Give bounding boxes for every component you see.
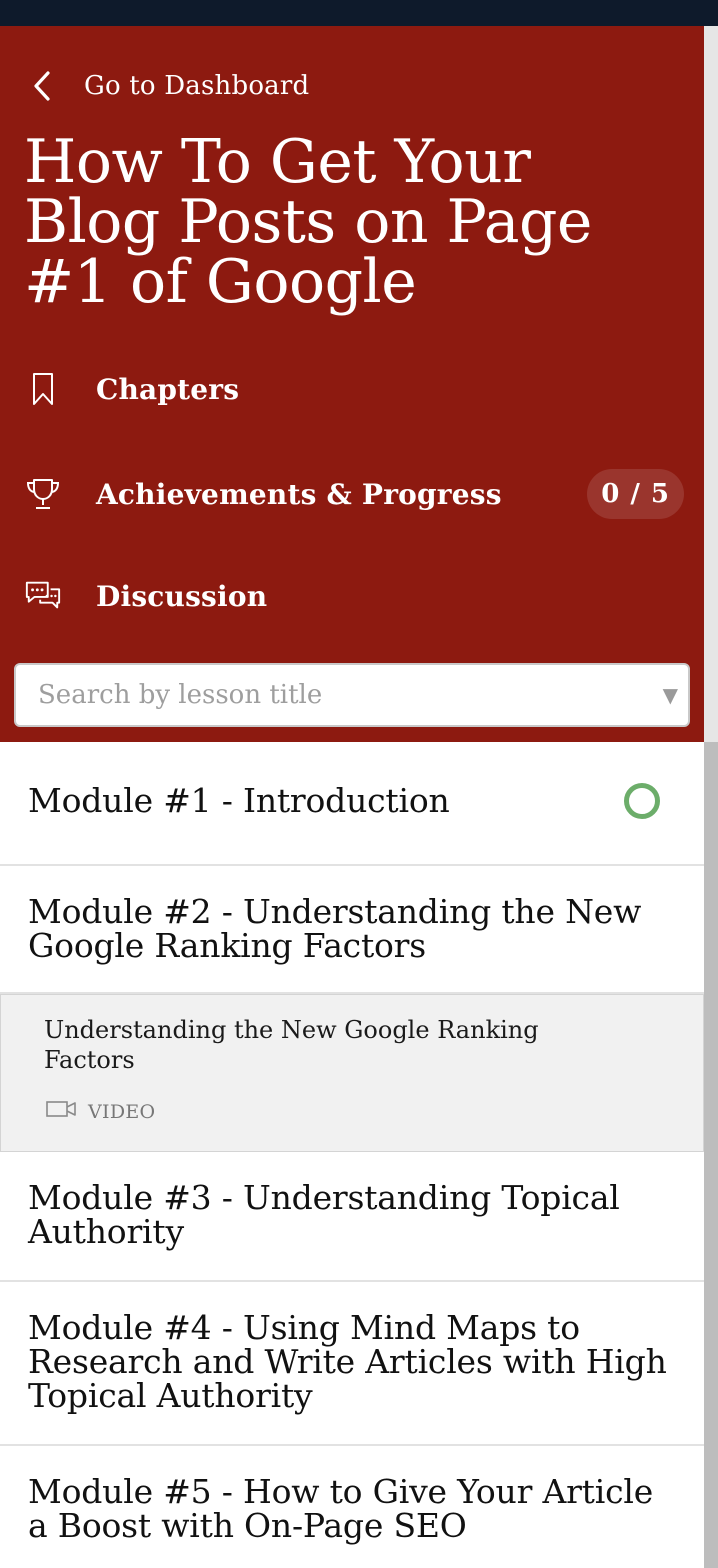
trophy-icon bbox=[24, 475, 62, 513]
lesson-title: Understanding the New Google Ranking Fac… bbox=[44, 1016, 539, 1074]
nav-discussion-label: Discussion bbox=[96, 579, 268, 613]
lesson-search[interactable]: ▼ bbox=[14, 663, 690, 727]
module-title: Module #4 - Using Mind Maps to Research … bbox=[28, 1308, 667, 1415]
module-item[interactable]: Module #5 - How to Give Your Article a B… bbox=[0, 1446, 704, 1568]
scrollbar-thumb[interactable] bbox=[704, 742, 718, 1568]
nav-chapters-label: Chapters bbox=[96, 372, 240, 406]
lesson-type: VIDEO bbox=[46, 1100, 155, 1123]
lesson-item[interactable]: Understanding the New Google Ranking Fac… bbox=[0, 994, 704, 1152]
go-to-dashboard-label: Go to Dashboard bbox=[84, 71, 310, 101]
module-title: Module #3 - Understanding Topical Author… bbox=[28, 1178, 620, 1251]
lesson-search-input[interactable] bbox=[16, 667, 638, 723]
module-item[interactable]: Module #3 - Understanding Topical Author… bbox=[0, 1152, 704, 1282]
module-item[interactable]: Module #2 - Understanding the New Google… bbox=[0, 866, 704, 994]
nav-achievements-progress[interactable]: Achievements & Progress 0 / 5 bbox=[24, 469, 684, 519]
module-title: Module #5 - How to Give Your Article a B… bbox=[28, 1472, 654, 1545]
go-to-dashboard-link[interactable]: Go to Dashboard bbox=[30, 66, 309, 106]
course-header: Go to Dashboard How To Get Your Blog Pos… bbox=[0, 26, 704, 742]
module-title: Module #1 - Introduction bbox=[28, 781, 450, 820]
module-title: Module #2 - Understanding the New Google… bbox=[28, 892, 642, 965]
chat-bubbles-icon bbox=[24, 577, 62, 615]
bookmark-icon bbox=[24, 370, 62, 408]
course-page: Go to Dashboard How To Get Your Blog Pos… bbox=[0, 0, 718, 1568]
nav-achievements-label: Achievements & Progress bbox=[96, 477, 502, 511]
caret-down-icon[interactable]: ▼ bbox=[663, 683, 678, 707]
nav-discussion[interactable]: Discussion bbox=[24, 571, 684, 621]
completion-status-icon bbox=[624, 783, 660, 819]
module-item[interactable]: Module #1 - Introduction bbox=[0, 742, 704, 866]
module-item[interactable]: Module #4 - Using Mind Maps to Research … bbox=[0, 1282, 704, 1446]
video-camera-icon bbox=[46, 1100, 78, 1123]
course-title: How To Get Your Blog Posts on Page #1 of… bbox=[24, 127, 592, 317]
chevron-left-icon bbox=[30, 68, 54, 104]
browser-top-bar bbox=[0, 0, 718, 26]
nav-chapters[interactable]: Chapters bbox=[24, 364, 684, 414]
lesson-type-label: VIDEO bbox=[88, 1100, 156, 1123]
achievements-progress-badge: 0 / 5 bbox=[587, 469, 684, 519]
